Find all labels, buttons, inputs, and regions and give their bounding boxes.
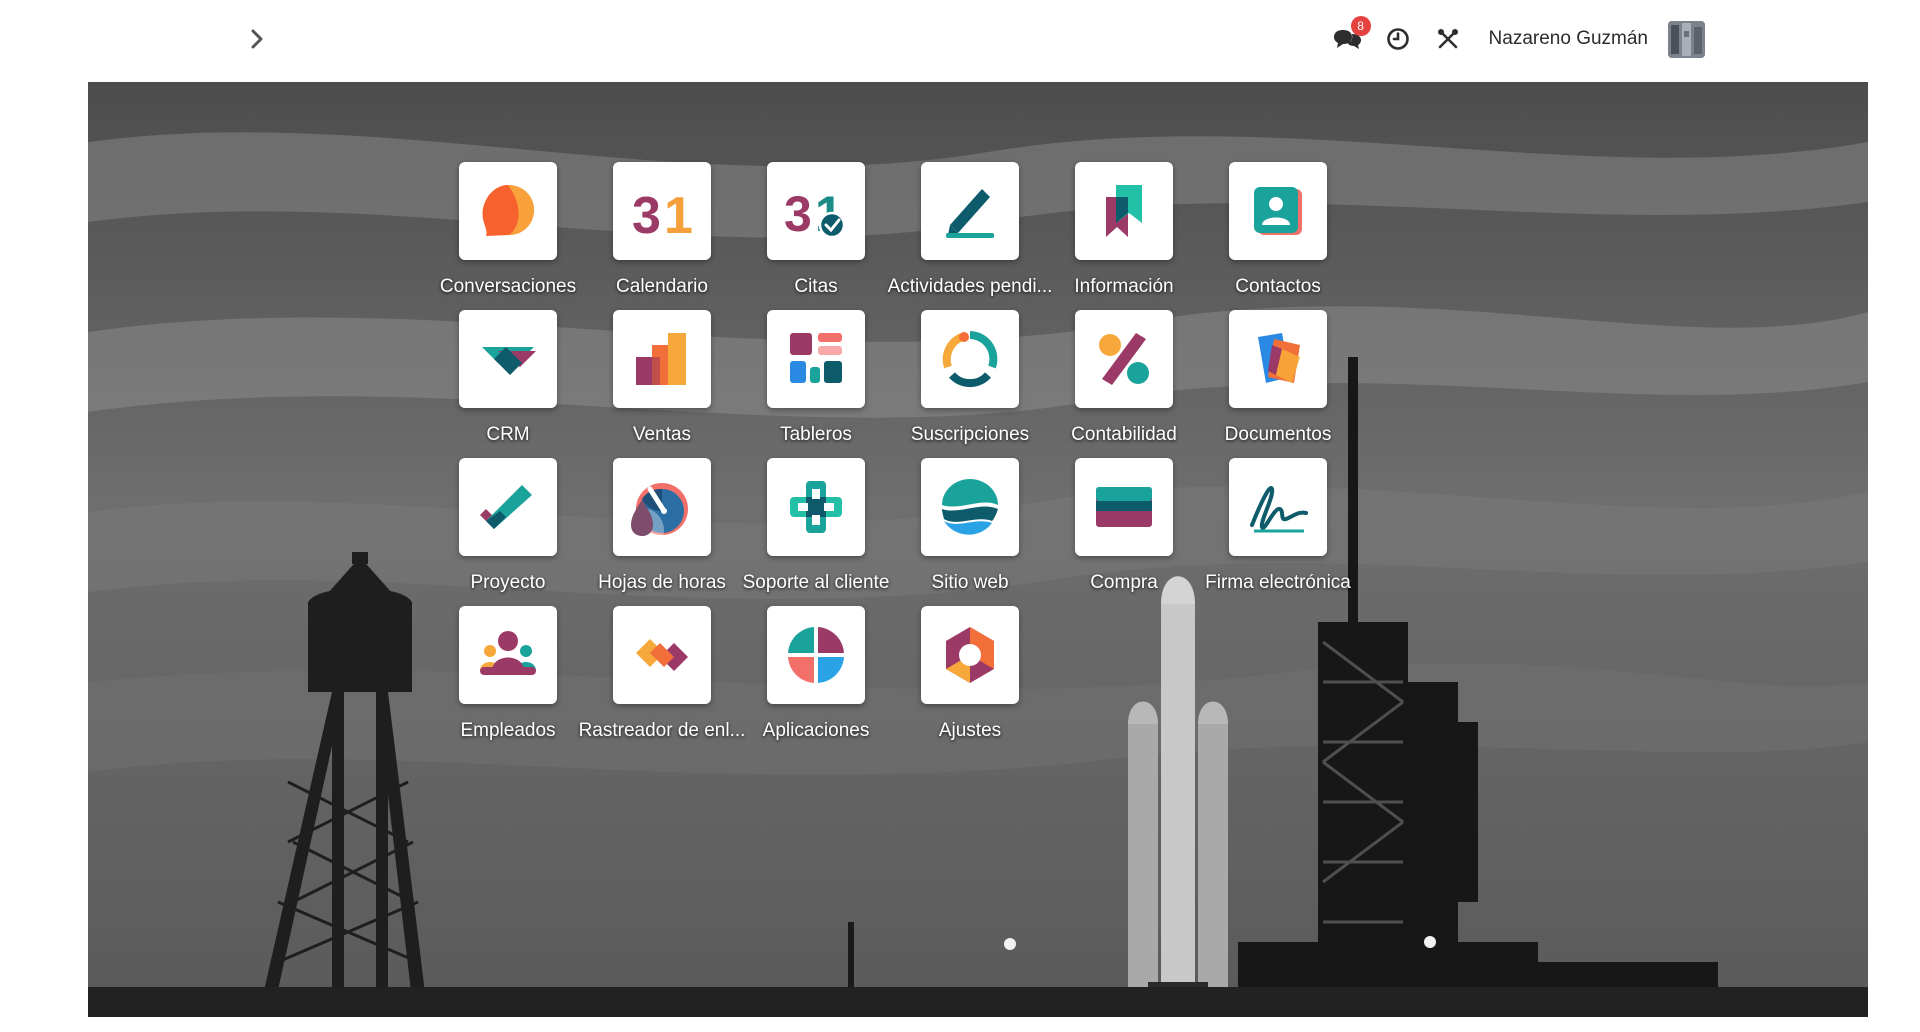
- sign-signature-icon: [1229, 458, 1327, 556]
- discuss-icon: [459, 162, 557, 260]
- link-tracker-icon: [613, 606, 711, 704]
- app-label: Aplicaciones: [762, 720, 870, 741]
- app-label: Ajustes: [938, 720, 1002, 741]
- helpdesk-cross-icon: [767, 458, 865, 556]
- crossed-tools-icon: [1437, 29, 1458, 49]
- crm-handshake-icon: [459, 310, 557, 408]
- app-label: Proyecto: [470, 572, 546, 593]
- app-firma-electrónica[interactable]: Firma electrónica: [1183, 458, 1373, 628]
- app-label: Ventas: [632, 424, 692, 445]
- debug-tools-button[interactable]: [1433, 24, 1463, 54]
- clock-icon: [1386, 28, 1409, 50]
- app-grid: Conversaciones31Calendario31CitasActivid…: [88, 82, 1868, 1017]
- app-label: Empleados: [460, 720, 556, 741]
- user-name[interactable]: Nazareno Guzmán: [1489, 28, 1648, 50]
- app-ajustes[interactable]: Ajustes: [875, 606, 1065, 776]
- navbar: 8 Nazareno Guzmán: [0, 0, 1920, 82]
- app-label: CRM: [486, 424, 530, 445]
- systray: 8 Nazareno Guzmán: [1333, 16, 1705, 58]
- website-waves-icon: [921, 458, 1019, 556]
- employees-icon: [459, 606, 557, 704]
- app-label: Información: [1074, 276, 1174, 297]
- app-label: Compra: [1090, 572, 1158, 593]
- app-label: Tableros: [780, 424, 852, 445]
- svg-text:3: 3: [784, 186, 812, 242]
- contacts-card-icon: [1229, 162, 1327, 260]
- app-label: Soporte al cliente: [742, 572, 890, 593]
- home-menu-background: Conversaciones31Calendario31CitasActivid…: [88, 82, 1868, 1017]
- sales-bars-icon: [613, 310, 711, 408]
- app-documentos[interactable]: Documentos: [1183, 310, 1373, 480]
- purchase-card-icon: [1075, 458, 1173, 556]
- app-label: Contactos: [1235, 276, 1321, 297]
- app-contactos[interactable]: Contactos: [1183, 162, 1373, 332]
- svg-text:1: 1: [664, 187, 693, 243]
- settings-hexagon-icon: [921, 606, 1019, 704]
- apps-icon: [767, 606, 865, 704]
- app-label: Documentos: [1224, 424, 1332, 445]
- activities-pen-icon: [921, 162, 1019, 260]
- app-label: Calendario: [616, 276, 708, 297]
- dashboards-icon: [767, 310, 865, 408]
- app-label: Conversaciones: [439, 276, 577, 297]
- knowledge-bookmark-icon: [1075, 162, 1173, 260]
- accounting-percent-icon: [1075, 310, 1173, 408]
- drag-cursor-drop-icon[interactable]: [620, 494, 664, 558]
- app-label: Suscripciones: [910, 424, 1030, 445]
- messages-badge: 8: [1350, 16, 1371, 36]
- project-check-icon: [459, 458, 557, 556]
- svg-text:3: 3: [632, 187, 661, 243]
- app-label: Hojas de horas: [598, 572, 726, 593]
- app-label: Sitio web: [931, 572, 1009, 593]
- app-label: Actividades pendi...: [887, 276, 1053, 297]
- app-label: Citas: [794, 276, 838, 297]
- app-label: Firma electrónica: [1205, 572, 1351, 593]
- documents-icon: [1229, 310, 1327, 408]
- user-avatar[interactable]: [1668, 20, 1705, 58]
- calendar-icon: 31: [613, 162, 711, 260]
- messages-button[interactable]: 8: [1333, 16, 1371, 54]
- chevron-right-icon[interactable]: [244, 24, 270, 54]
- subscriptions-circle-icon: [921, 310, 1019, 408]
- app-label: Contabilidad: [1071, 424, 1177, 445]
- activities-button[interactable]: [1383, 24, 1413, 54]
- appointments-icon: 31: [767, 162, 865, 260]
